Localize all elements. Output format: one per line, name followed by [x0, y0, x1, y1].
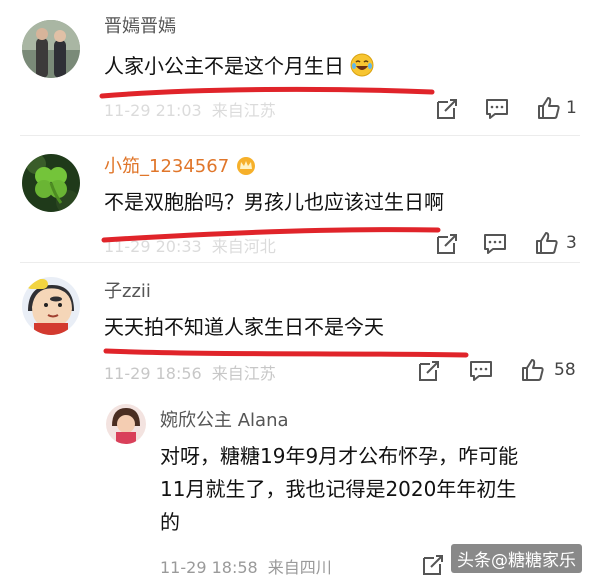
- thumbs-up-icon: [538, 97, 560, 119]
- thumbs-up-icon: [536, 232, 558, 254]
- comment-location: 来自江苏: [211, 364, 276, 383]
- reply-date: 11-29 18:58: [160, 558, 258, 577]
- comment-thread: 晋嫣晋嫣 人家小公主不是这个月生日 11-29 21:03 来自江苏 1 小笳_…: [0, 0, 600, 583]
- comment-meta: 11-29 18:56 来自江苏: [104, 360, 276, 384]
- like-count: 1: [566, 98, 577, 118]
- share-icon: [419, 361, 439, 381]
- comment-bubble-icon: [486, 99, 508, 119]
- share-button[interactable]: [416, 358, 442, 384]
- comment-date: 11-29 21:03: [104, 101, 202, 120]
- red-underline-annotation: [101, 227, 441, 243]
- comment-date: 11-29 18:56: [104, 364, 202, 383]
- comment-bubble-icon: [470, 361, 492, 381]
- reply-text-line: 对呀，糖糖19年9月才公布怀孕，咋可能: [160, 444, 519, 468]
- comment-1: 晋嫣晋嫣 人家小公主不是这个月生日 11-29 21:03 来自江苏 1: [0, 0, 600, 130]
- reply-location: 来自四川: [267, 558, 332, 577]
- reply-meta: 11-29 18:58 来自四川: [160, 554, 332, 578]
- username[interactable]: 子zzii: [104, 277, 151, 303]
- crown-badge-icon: [235, 155, 257, 175]
- username[interactable]: 小笳_1234567: [104, 152, 257, 178]
- watermark: 头条@糖糖家乐: [451, 544, 582, 573]
- comment-text: 天天拍不知道人家生日不是今天: [104, 315, 384, 339]
- reply-text: 对呀，糖糖19年9月才公布怀孕，咋可能 11月就生了，我也记得是2020年年初生…: [160, 440, 518, 539]
- username[interactable]: 婉欣公主 Alana: [160, 406, 289, 432]
- reply-text-line: 11月就生了，我也记得是2020年年初生: [160, 477, 517, 501]
- comment-meta: 11-29 20:33 来自河北: [104, 233, 276, 257]
- laugh-cry-emoji-icon: [350, 53, 374, 77]
- share-button[interactable]: [434, 231, 460, 257]
- comment-text-body: 人家小公主不是这个月生日: [104, 54, 344, 78]
- reply-text-line: 的: [160, 510, 180, 534]
- like-count: 3: [566, 233, 577, 253]
- avatar[interactable]: [22, 20, 80, 78]
- like-button[interactable]: [536, 95, 562, 121]
- like-button[interactable]: [534, 230, 560, 256]
- comment-location: 来自河北: [211, 237, 276, 256]
- red-underline-annotation: [99, 86, 435, 99]
- thumbs-up-icon: [522, 359, 544, 381]
- comment-location: 来自江苏: [211, 101, 276, 120]
- comment-button[interactable]: [482, 231, 508, 257]
- comment-text: 人家小公主不是这个月生日: [104, 50, 374, 83]
- share-icon: [437, 234, 457, 254]
- share-icon: [437, 99, 457, 119]
- divider: [20, 135, 580, 136]
- share-button[interactable]: [420, 552, 446, 578]
- like-count: 58: [554, 360, 576, 380]
- share-button[interactable]: [434, 96, 460, 122]
- avatar[interactable]: [106, 404, 146, 444]
- comment-button[interactable]: [484, 96, 510, 122]
- share-icon: [423, 555, 443, 575]
- red-underline-annotation: [103, 348, 469, 358]
- comment-3: 子zzii 天天拍不知道人家生日不是今天 11-29 18:56 来自江苏 58: [0, 265, 600, 395]
- avatar[interactable]: [22, 154, 80, 212]
- like-button[interactable]: [520, 357, 546, 383]
- comment-meta: 11-29 21:03 来自江苏: [104, 97, 276, 121]
- avatar[interactable]: [22, 277, 80, 335]
- username-text: 小笳_1234567: [104, 156, 230, 177]
- username[interactable]: 晋嫣晋嫣: [104, 12, 176, 38]
- comment-date: 11-29 20:33: [104, 237, 202, 256]
- divider: [20, 262, 580, 263]
- comment-button[interactable]: [468, 358, 494, 384]
- comment-2: 小笳_1234567 不是双胞胎吗？男孩儿也应该过生日啊 11-29 20:33…: [0, 138, 600, 268]
- comment-bubble-icon: [484, 234, 506, 254]
- comment-text: 不是双胞胎吗？男孩儿也应该过生日啊: [104, 190, 444, 214]
